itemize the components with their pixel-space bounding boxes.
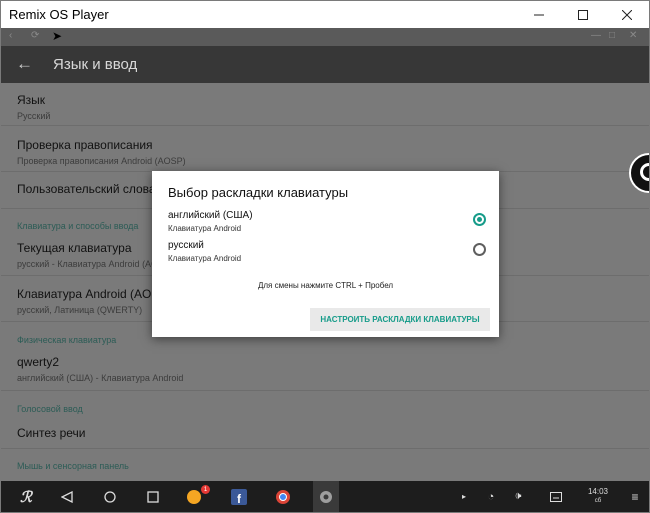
settings-item-title: Язык xyxy=(17,93,46,107)
settings-item-title: Проверка правописания xyxy=(17,138,153,152)
taskbar-chrome[interactable] xyxy=(274,481,292,512)
layout-option-english[interactable]: английский (США) Клавиатура Android xyxy=(168,210,253,233)
configure-layouts-button[interactable]: НАСТРОИТЬ РАСКЛАДКИ КЛАВИАТУРЫ xyxy=(310,308,490,331)
taskbar-settings[interactable] xyxy=(313,481,339,512)
nav-back-button[interactable] xyxy=(58,481,76,512)
window-titlebar: Remix OS Player xyxy=(1,1,649,28)
settings-appbar: ← Язык и ввод xyxy=(1,46,649,83)
divider xyxy=(1,448,649,449)
layout-option-label: русский xyxy=(168,240,204,251)
clock-day: сб xyxy=(594,498,602,504)
nav-back-icon: ‹ xyxy=(9,30,13,41)
layout-option-russian[interactable]: русский Клавиатура Android xyxy=(168,240,241,263)
window-title: Remix OS Player xyxy=(9,7,109,22)
radio-english[interactable] xyxy=(473,213,486,226)
maximize-button[interactable] xyxy=(561,1,605,28)
minimize-icon xyxy=(534,14,544,15)
settings-item-summary: английский (США) - Клавиатура Android xyxy=(17,373,184,383)
section-header-voice: Голосовой ввод xyxy=(17,404,83,414)
tray-keyboard-icon[interactable] xyxy=(548,481,564,512)
facebook-icon: f xyxy=(231,488,247,505)
chrome-icon xyxy=(276,489,290,504)
dialog-title: Выбор раскладки клавиатуры xyxy=(168,185,349,200)
back-arrow-icon[interactable]: ← xyxy=(16,54,33,74)
settings-item-current-keyboard[interactable]: Текущая клавиатура русский - Клавиатура … xyxy=(17,241,173,269)
dialog-hint: Для смены нажмите CTRL + Пробел xyxy=(257,281,394,290)
app-store-icon xyxy=(187,489,201,504)
taskbar-facebook[interactable]: f xyxy=(230,481,248,512)
maximize-icon xyxy=(578,9,588,20)
radio-russian[interactable] xyxy=(473,243,486,256)
notifications-menu-icon[interactable]: ≡ xyxy=(628,481,642,512)
android-status-strip: ‹ ⟳ — □ ✕ xyxy=(1,28,649,46)
settings-item-physical-keyboard[interactable]: qwerty2 английский (США) - Клавиатура An… xyxy=(17,355,183,383)
nav-home-button[interactable] xyxy=(101,481,119,512)
keyboard-icon xyxy=(550,491,562,502)
keyboard-layout-dialog: Выбор раскладки клавиатуры английский (С… xyxy=(152,171,499,337)
close-icon xyxy=(622,9,632,20)
settings-item-title: Пользовательский словарь xyxy=(17,182,169,196)
back-triangle-icon xyxy=(61,490,73,503)
gamepad-icon xyxy=(640,163,649,181)
close-strip-icon: ✕ xyxy=(629,30,638,41)
tray-clock[interactable]: 14:03 сб xyxy=(578,487,618,504)
settings-gear-icon xyxy=(320,490,332,503)
section-header-mouse: Мышь и сенсорная панель xyxy=(17,461,129,471)
layout-option-sub: Клавиатура Android xyxy=(168,254,242,263)
divider xyxy=(1,390,649,391)
minimize-strip-icon: — xyxy=(591,30,601,41)
remix-taskbar: ℛ 1 f ▸ ◔ 🕩 14:03 сб ≡ xyxy=(1,481,649,512)
maximize-strip-icon: □ xyxy=(609,30,616,41)
settings-item-summary: русский, Латиница (QWERTY) xyxy=(17,305,143,315)
notification-badge: 1 xyxy=(201,485,210,494)
remix-os-player-window: Remix OS Player ‹ ⟳ — □ ✕ ➤ ← Язык и вво… xyxy=(0,0,650,513)
section-header-keyboard: Клавиатура и способы ввода xyxy=(17,221,139,231)
settings-item-speech[interactable]: Синтез речи xyxy=(17,426,86,440)
clock-time: 14:03 xyxy=(587,487,609,496)
layout-option-label: английский (США) xyxy=(168,210,253,221)
divider xyxy=(1,125,649,126)
settings-item-android-keyboard[interactable]: Клавиатура Android (AOSP) русский, Латин… xyxy=(17,287,171,315)
section-header-physical: Физическая клавиатура xyxy=(17,335,117,345)
tray-expand-icon[interactable]: ▸ xyxy=(457,481,471,512)
refresh-icon: ⟳ xyxy=(31,30,40,41)
tray-volume-icon[interactable]: 🕩 xyxy=(510,481,526,512)
minimize-button[interactable] xyxy=(517,1,561,28)
settings-item-summary: Проверка правописания Android (AOSP) xyxy=(17,156,186,166)
page-title: Язык и ввод xyxy=(53,56,138,73)
settings-item-title: qwerty2 xyxy=(17,355,60,369)
settings-item-title: Синтез речи xyxy=(17,426,86,440)
taskbar-app-store[interactable] xyxy=(185,481,203,512)
settings-item-user-dictionary[interactable]: Пользовательский словарь xyxy=(17,182,169,196)
settings-item-language[interactable]: Язык Русский xyxy=(17,93,50,121)
settings-item-title: Клавиатура Android (AOSP) xyxy=(17,287,172,301)
tray-speedometer-icon[interactable]: ◔ xyxy=(483,481,499,512)
mouse-cursor-icon: ➤ xyxy=(52,29,63,43)
remix-logo-icon[interactable]: ℛ xyxy=(13,481,39,512)
home-circle-icon xyxy=(104,490,116,503)
nav-recents-button[interactable] xyxy=(144,481,162,512)
settings-item-summary: русский - Клавиатура Android (AOSP) xyxy=(17,259,174,269)
settings-item-spellcheck[interactable]: Проверка правописания Проверка правописа… xyxy=(17,138,186,166)
settings-item-summary: Русский xyxy=(17,111,51,121)
close-button[interactable] xyxy=(605,1,649,28)
recents-square-icon xyxy=(147,490,159,503)
settings-item-title: Текущая клавиатура xyxy=(17,241,132,255)
layout-option-sub: Клавиатура Android xyxy=(168,224,242,233)
